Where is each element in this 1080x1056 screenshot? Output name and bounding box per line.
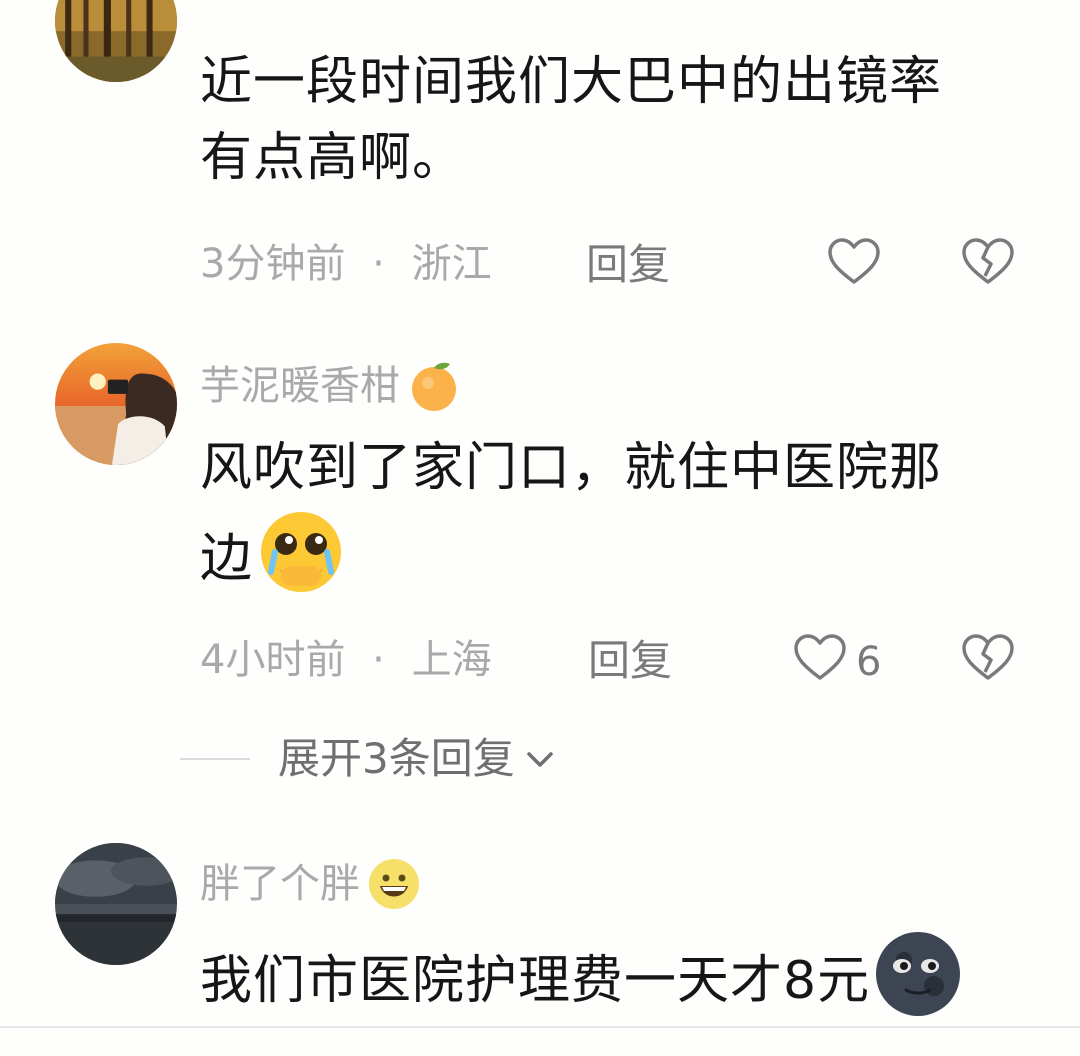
comment-time: 4小时前 (200, 637, 346, 683)
author-name: 胖了个胖 (200, 861, 360, 907)
bottom-divider (0, 1026, 1080, 1028)
sunset-girl-avatar (55, 343, 177, 465)
autumn-forest-avatar (55, 0, 177, 82)
like-button[interactable] (826, 236, 882, 288)
comment-meta: 3分钟前 · 浙江 (200, 244, 492, 284)
heart-icon (794, 634, 846, 680)
avatar[interactable] (55, 843, 177, 965)
comment-author[interactable]: 胖了个胖 (200, 856, 422, 912)
dislike-button[interactable] (960, 236, 1016, 288)
like-button[interactable] (792, 632, 848, 684)
comment-time: 3分钟前 (200, 241, 346, 287)
comment-author[interactable]: 芋泥暖香柑 (200, 358, 462, 414)
comment-location: 上海 (411, 637, 492, 683)
reply-button[interactable]: 回复 (588, 640, 672, 682)
heart-icon (828, 238, 880, 284)
expand-replies-button[interactable]: 展开3条回复 (180, 738, 557, 780)
reply-button[interactable]: 回复 (586, 244, 670, 286)
comment-text: 风吹到了家门口，就住中医院那 边 (200, 430, 1020, 598)
dislike-button[interactable] (960, 632, 1016, 684)
expand-replies-label: 展开3条回复 (278, 734, 515, 783)
tangerine-icon (406, 358, 462, 414)
comment-text: 我们市医院护理费一天才8元 (200, 928, 1020, 1020)
grinning-face-icon (366, 856, 422, 912)
author-name: 芋泥暖香柑 (200, 363, 400, 409)
like-count: 6 (856, 639, 882, 685)
avatar[interactable] (55, 0, 177, 82)
new-moon-face-emoji (872, 928, 964, 1020)
avatar[interactable] (55, 343, 177, 465)
pleading-cry-emoji (255, 506, 347, 598)
cloudy-sea-avatar (55, 843, 177, 965)
comment-location: 浙江 (411, 241, 492, 287)
meta-separator: · (372, 637, 385, 683)
broken-heart-icon (962, 238, 1014, 284)
meta-separator: · (372, 241, 385, 287)
divider-line (180, 758, 250, 760)
comment-meta: 4小时前 · 上海 (200, 640, 492, 680)
comment-text: 近一段时间我们大巴中的出镜率 有点高啊。 (200, 52, 943, 188)
broken-heart-icon (962, 634, 1014, 680)
chevron-down-icon (526, 752, 553, 767)
